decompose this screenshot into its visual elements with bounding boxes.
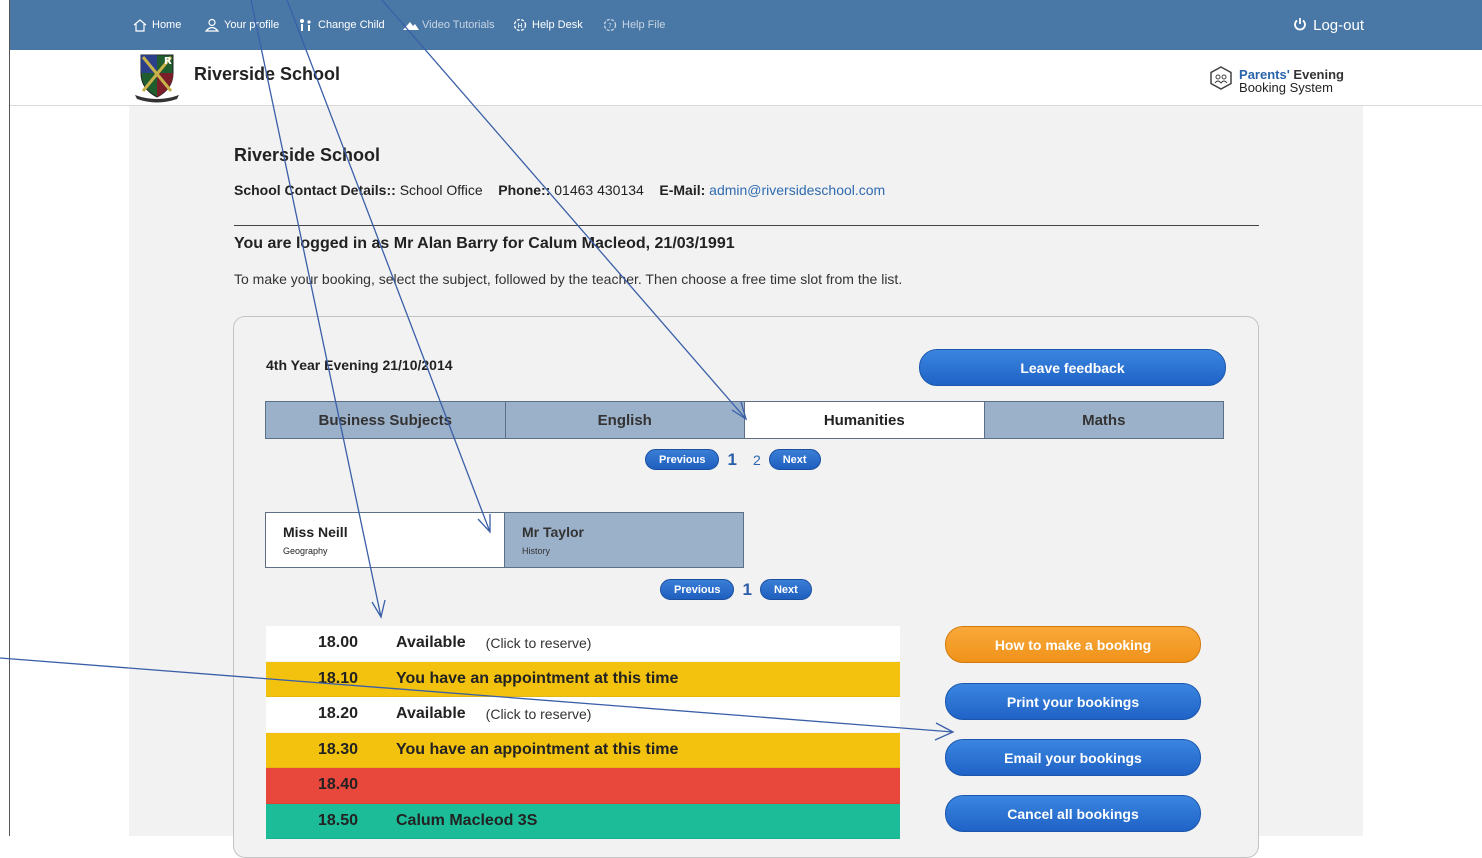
time-slot-list: 18.00 Available (Click to reserve) 18.10… — [266, 626, 900, 839]
site-header: R Riverside School Parents' Evening Book… — [10, 50, 1482, 106]
logout-button[interactable]: Log-out — [1293, 0, 1364, 50]
slot-time: 18.10 — [317, 669, 358, 687]
teacher-page-1[interactable]: 1 — [742, 580, 751, 600]
subject-pager: Previous 1 2 Next — [645, 449, 821, 470]
page-left-border — [9, 0, 10, 836]
help-file-icon: ? — [602, 18, 618, 33]
teacher-pager: Previous 1 Next — [660, 579, 812, 600]
slot-status: Available — [396, 705, 466, 723]
teacher-subject: History — [522, 546, 551, 556]
pebs-logo: Parents' Evening Booking System — [1209, 66, 1344, 95]
logged-in-status: You are logged in as Mr Alan Barry for C… — [234, 235, 735, 252]
top-navigation-bar: Home Your profile Change Child Video Tut… — [10, 0, 1482, 50]
home-icon — [132, 18, 148, 32]
nav-home[interactable]: Home — [132, 0, 181, 50]
user-icon — [204, 18, 220, 33]
time-slot-row[interactable]: 18.20 Available (Click to reserve) — [266, 697, 900, 733]
help-desk-icon: H — [512, 18, 528, 33]
booking-instructions: To make your booking, select the subject… — [234, 271, 903, 287]
tab-maths[interactable]: Maths — [983, 401, 1224, 439]
divider — [234, 225, 1259, 226]
time-slot-row: 18.40 — [266, 768, 900, 804]
slot-status: You have an appointment at this time — [396, 669, 679, 687]
teacher-tabs: Miss Neill Geography Mr Taylor History — [265, 512, 746, 568]
slot-time: 18.00 — [317, 634, 358, 652]
time-slot-row[interactable]: 18.30 You have an appointment at this ti… — [266, 732, 900, 768]
email-label: E-Mail: — [659, 182, 706, 198]
contact-label: School Contact Details:: — [234, 182, 396, 198]
tab-english[interactable]: English — [504, 401, 745, 439]
phone-value: 01463 430134 — [554, 182, 644, 198]
nav-change-child[interactable]: Change Child — [298, 0, 385, 50]
contact-value: School Office — [399, 182, 483, 198]
slot-time: 18.40 — [317, 776, 358, 794]
subject-page-2[interactable]: 2 — [753, 452, 761, 468]
teacher-next-button[interactable]: Next — [759, 579, 812, 600]
school-title: Riverside School — [234, 145, 381, 165]
teacher-tab-miss-neill[interactable]: Miss Neill Geography — [265, 512, 505, 568]
slot-status: You have an appointment at this time — [396, 740, 679, 758]
time-slot-row[interactable]: 18.50 Calum Macleod 3S — [266, 803, 900, 839]
leave-feedback-button[interactable]: Leave feedback — [919, 349, 1226, 386]
time-slot-row[interactable]: 18.10 You have an appointment at this ti… — [266, 661, 900, 697]
video-icon — [402, 18, 419, 32]
pebs-subtitle: Booking System — [1239, 79, 1333, 95]
time-slot-row[interactable]: 18.00 Available (Click to reserve) — [266, 626, 900, 662]
teacher-previous-button[interactable]: Previous — [660, 579, 735, 600]
subject-page-1[interactable]: 1 — [727, 450, 736, 470]
school-crest-logo: R — [131, 51, 183, 108]
subject-next-button[interactable]: Next — [768, 449, 821, 470]
slot-status: Calum Macleod 3S — [396, 811, 538, 829]
svg-text:?: ? — [608, 22, 612, 30]
nav-video-tutorials[interactable]: Video Tutorials — [402, 0, 495, 50]
nav-help-file[interactable]: ? Help File — [602, 0, 665, 50]
teacher-name: Miss Neill — [283, 524, 348, 540]
tab-humanities[interactable]: Humanities — [744, 401, 985, 439]
email-link[interactable]: admin@riversideschool.com — [709, 182, 885, 198]
how-to-book-button[interactable]: How to make a booking — [945, 626, 1201, 663]
print-bookings-button[interactable]: Print your bookings — [945, 683, 1201, 720]
evening-label: 4th Year Evening 21/10/2014 — [266, 357, 453, 373]
cancel-all-bookings-button[interactable]: Cancel all bookings — [945, 795, 1201, 832]
slot-status: Available — [396, 634, 466, 652]
subject-previous-button[interactable]: Previous — [645, 449, 720, 470]
slot-time: 18.30 — [317, 740, 358, 758]
nav-your-profile[interactable]: Your profile — [204, 0, 279, 50]
teacher-subject: Geography — [283, 546, 328, 556]
power-icon — [1293, 17, 1307, 34]
phone-label: Phone:: — [498, 182, 551, 198]
pebs-hexagon-icon — [1209, 66, 1233, 95]
header-school-name: Riverside School — [194, 64, 341, 84]
teacher-name: Mr Taylor — [522, 524, 584, 540]
subject-tabs: Business Subjects English Humanities Mat… — [265, 401, 1227, 439]
tab-business-subjects[interactable]: Business Subjects — [265, 401, 506, 439]
teacher-tab-mr-taylor[interactable]: Mr Taylor History — [504, 512, 744, 568]
change-child-icon — [298, 18, 314, 33]
school-contact-details: School Contact Details:: School Office P… — [234, 182, 885, 198]
email-bookings-button[interactable]: Email your bookings — [945, 739, 1201, 776]
slot-time: 18.20 — [317, 705, 358, 723]
slot-note: (Click to reserve) — [485, 706, 592, 723]
slot-note: (Click to reserve) — [485, 635, 592, 652]
svg-text:R: R — [164, 56, 172, 67]
slot-time: 18.50 — [317, 811, 358, 829]
nav-help-desk[interactable]: H Help Desk — [512, 0, 583, 50]
svg-text:H: H — [517, 22, 522, 30]
